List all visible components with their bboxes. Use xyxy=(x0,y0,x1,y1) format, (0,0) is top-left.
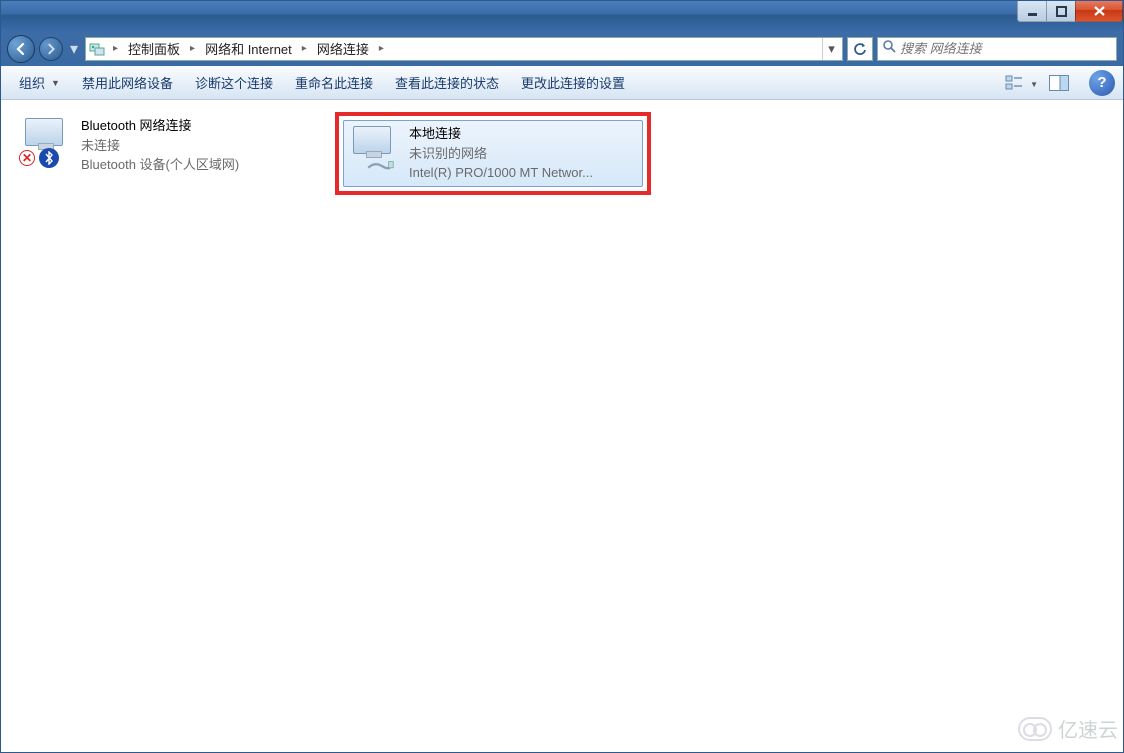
connection-device: Intel(R) PRO/1000 MT Networ... xyxy=(409,163,593,183)
connection-status: 未识别的网络 xyxy=(409,144,593,164)
organize-menu[interactable]: 组织▼ xyxy=(9,69,70,96)
change-settings-button[interactable]: 更改此连接的设置 xyxy=(511,69,635,96)
titlebar xyxy=(1,1,1123,31)
chevron-right-icon: ▸ xyxy=(299,43,310,54)
connection-item-bluetooth[interactable]: ✕ Bluetooth 网络连接 未连接 Bluetooth 设备(个人区域网) xyxy=(15,112,315,179)
connection-item-lan[interactable]: 本地连接 未识别的网络 Intel(R) PRO/1000 MT Networ.… xyxy=(343,120,643,187)
bluetooth-icon xyxy=(39,148,59,168)
location-icon xyxy=(88,40,106,58)
address-bar[interactable]: ▸ 控制面板 ▸ 网络和 Internet ▸ 网络连接 ▸ ▾ xyxy=(85,37,843,61)
toolbar-label: 组织 xyxy=(19,73,45,92)
view-status-button[interactable]: 查看此连接的状态 xyxy=(385,69,509,96)
nav-history-dropdown[interactable]: ▾ xyxy=(67,35,81,63)
connection-title: Bluetooth 网络连接 xyxy=(81,116,239,136)
search-box[interactable] xyxy=(877,37,1117,61)
maximize-button[interactable] xyxy=(1046,1,1076,22)
connection-device: Bluetooth 设备(个人区域网) xyxy=(81,155,239,175)
view-options-button[interactable]: ▼ xyxy=(997,71,1031,95)
address-dropdown[interactable]: ▾ xyxy=(822,38,840,60)
window-buttons xyxy=(1018,1,1123,22)
help-button[interactable]: ? xyxy=(1089,70,1115,96)
chevron-right-icon: ▸ xyxy=(376,43,387,54)
close-button[interactable] xyxy=(1075,1,1123,22)
watermark: 亿速云 xyxy=(1018,714,1118,743)
highlight-annotation: 本地连接 未识别的网络 Intel(R) PRO/1000 MT Networ.… xyxy=(335,112,651,195)
diagnose-button[interactable]: 诊断这个连接 xyxy=(185,69,283,96)
watermark-text: 亿速云 xyxy=(1058,714,1118,743)
breadcrumb-item[interactable]: 网络和 Internet xyxy=(202,39,295,58)
refresh-button[interactable] xyxy=(847,37,873,61)
preview-pane-button[interactable] xyxy=(1045,71,1073,95)
disconnected-x-icon: ✕ xyxy=(19,150,35,166)
lan-connection-icon xyxy=(347,124,399,176)
connection-status: 未连接 xyxy=(81,136,239,156)
minimize-button[interactable] xyxy=(1017,1,1047,22)
ethernet-cable-icon xyxy=(365,160,395,174)
breadcrumb-item[interactable]: 网络连接 xyxy=(314,39,372,58)
search-input[interactable] xyxy=(900,41,1112,56)
chevron-right-icon: ▸ xyxy=(187,43,198,54)
watermark-logo-icon xyxy=(1018,717,1052,741)
forward-button[interactable] xyxy=(39,37,63,61)
navigation-bar: ▾ ▸ 控制面板 ▸ 网络和 Internet ▸ 网络连接 ▸ ▾ xyxy=(1,31,1123,66)
disable-device-button[interactable]: 禁用此网络设备 xyxy=(72,69,183,96)
connections-view: ✕ Bluetooth 网络连接 未连接 Bluetooth 设备(个人区域网) xyxy=(1,100,1123,752)
breadcrumb-item[interactable]: 控制面板 xyxy=(125,39,183,58)
search-icon xyxy=(882,39,896,58)
rename-button[interactable]: 重命名此连接 xyxy=(285,69,383,96)
bluetooth-connection-icon: ✕ xyxy=(19,116,71,168)
toolbar: 组织▼ 禁用此网络设备 诊断这个连接 重命名此连接 查看此连接的状态 更改此连接… xyxy=(1,66,1123,100)
connection-title: 本地连接 xyxy=(409,124,593,144)
explorer-window: ▾ ▸ 控制面板 ▸ 网络和 Internet ▸ 网络连接 ▸ ▾ xyxy=(0,0,1124,753)
chevron-right-icon: ▸ xyxy=(110,43,121,54)
back-button[interactable] xyxy=(7,35,35,63)
